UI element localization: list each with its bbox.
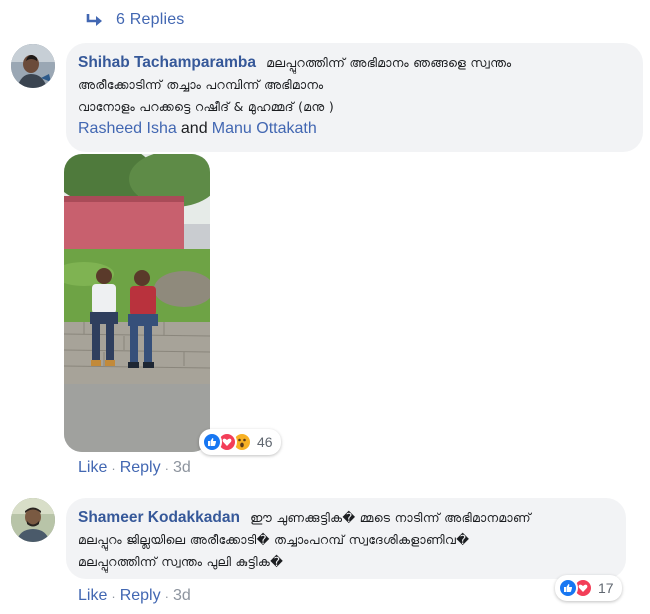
comment-text: ഈ ചുണക്കുട്ടിക� മ്മടെ നാടിന്ന് അഭിമാനമാണ…: [250, 510, 531, 525]
separator-dot: ·: [111, 588, 116, 604]
comment-author[interactable]: Shihab Tachamparamba: [78, 54, 256, 71]
comment-line: Shameer Kodakkadan ഈ ചുണക്കുട്ടിക� മ്മടെ…: [78, 507, 612, 529]
reply-button[interactable]: Reply: [120, 459, 161, 477]
reply-button[interactable]: Reply: [120, 587, 161, 605]
view-replies-link[interactable]: 6 Replies: [84, 11, 185, 29]
mention-joiner: and: [180, 120, 208, 137]
comment-author[interactable]: Shameer Kodakkadan: [78, 509, 240, 526]
comment-line: മലപ്പുറത്തിന്ന് സ്വന്തം പുലി കുട്ടിക�: [78, 551, 612, 573]
avatar-image: [11, 498, 55, 542]
comment-line: അരീക്കോടിന്ന് തച്ചാം പറമ്പിന്ന് അഭിമാനം: [78, 74, 629, 96]
like-icon: [202, 432, 222, 452]
comment-line: വാനോളം പറക്കട്ടെ റഷീദ് & മുഹമ്മദ് (മനു ): [78, 96, 629, 118]
comment-line: Shihab Tachamparamba മലപ്പുറത്തിന്ന് അഭി…: [78, 52, 629, 74]
mention-link-manu[interactable]: Manu Ottakath: [212, 120, 317, 137]
comment-bubble: Shameer Kodakkadan ഈ ചുണക്കുട്ടിക� മ്മടെ…: [66, 498, 626, 579]
avatar[interactable]: [11, 44, 55, 88]
separator-dot: ·: [164, 588, 169, 604]
comment-actions: Like · Reply · 3d: [78, 459, 191, 477]
comment-line: മലപ്പുറം ജില്ലയിലെ അരീക്കോടി� തച്ചാംപറമ്…: [78, 529, 612, 551]
reaction-count: 17: [598, 580, 614, 596]
comment-bubble: Shihab Tachamparamba മലപ്പുറത്തിന്ന് അഭി…: [66, 43, 643, 152]
avatar-image: [11, 44, 55, 88]
comment-actions: Like · Reply · 3d: [78, 587, 191, 605]
comment-text: അരീക്കോടിന്ന് തച്ചാം പറമ്പിന്ന് അഭിമാനം: [78, 77, 324, 92]
separator-dot: ·: [164, 460, 169, 476]
like-icon: [558, 578, 578, 598]
mentions-line: Rasheed Isha and Manu Ottakath: [78, 118, 629, 140]
comment-timestamp[interactable]: 3d: [173, 459, 191, 477]
reactions-summary[interactable]: 17: [555, 575, 622, 601]
avatar[interactable]: [11, 498, 55, 542]
separator-dot: ·: [111, 460, 116, 476]
comment-text: വാനോളം പറക്കട്ടെ റഷീദ് & മുഹമ്മദ് (മനു ): [78, 99, 335, 114]
comment-photo[interactable]: [64, 154, 210, 452]
like-button[interactable]: Like: [78, 587, 107, 605]
photo-image: [64, 154, 210, 452]
reply-arrow-icon: [86, 14, 102, 26]
like-button[interactable]: Like: [78, 459, 107, 477]
mention-link-rasheed[interactable]: Rasheed Isha: [78, 120, 177, 137]
comment-text: മലപ്പുറത്തിന്ന് സ്വന്തം പുലി കുട്ടിക�: [78, 554, 284, 569]
replies-count-label: 6 Replies: [116, 11, 185, 28]
reactions-summary[interactable]: 46: [199, 429, 281, 455]
comment-text: മലപ്പുറം ജില്ലയിലെ അരീക്കോടി� തച്ചാംപറമ്…: [78, 532, 470, 547]
comment-text: മലപ്പുറത്തിന്ന് അഭിമാനം ഞങ്ങളെ സ്വന്തം: [266, 55, 512, 70]
reaction-count: 46: [257, 434, 273, 450]
comment-timestamp[interactable]: 3d: [173, 587, 191, 605]
